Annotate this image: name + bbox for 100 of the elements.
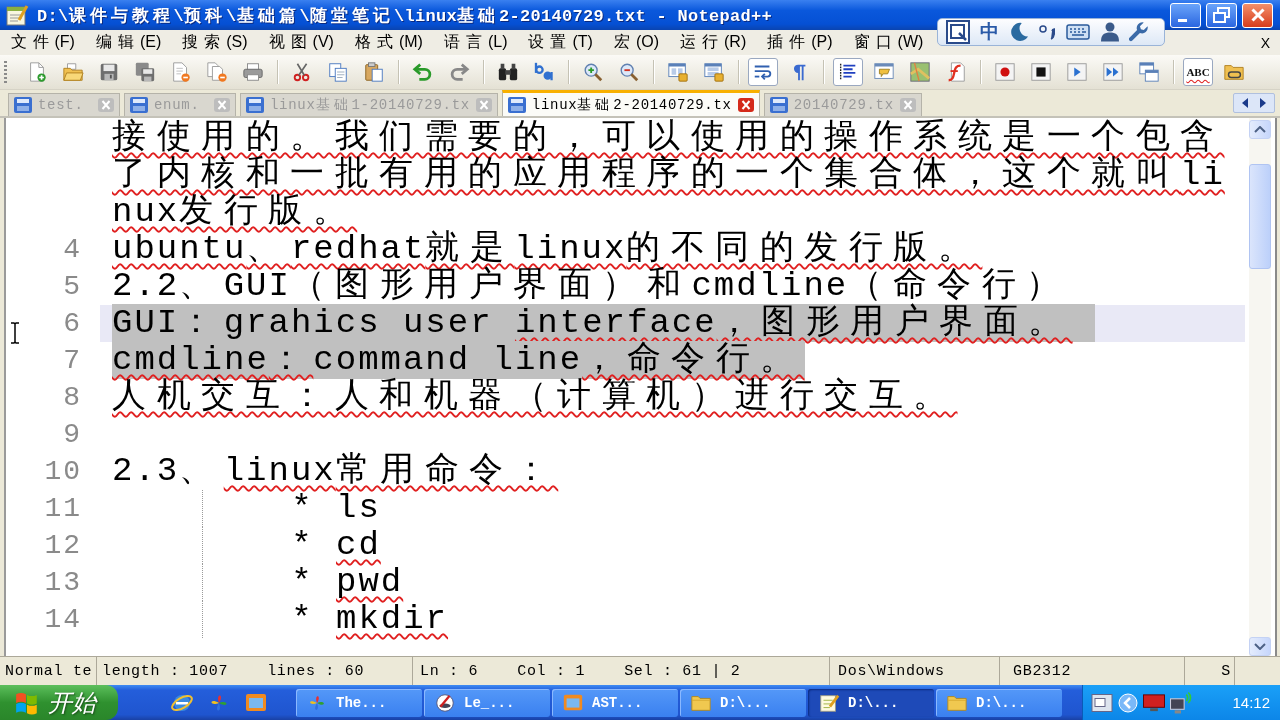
document-icon — [130, 97, 148, 113]
line-number: 7 — [63, 345, 82, 376]
status-text: Dos\Windows — [838, 662, 945, 680]
undo-arrow-icon — [412, 61, 434, 83]
status-text: Ln : 6 — [420, 662, 479, 680]
scroll-up-button[interactable] — [1249, 120, 1271, 139]
code-line: * mkdir — [291, 600, 449, 638]
line-number: 9 — [63, 419, 82, 450]
record-icon — [994, 61, 1016, 83]
line-number: 4 — [63, 234, 82, 265]
word-wrap-button[interactable] — [748, 58, 778, 86]
chevron-left-icon[interactable] — [1118, 692, 1138, 713]
status-text: lines : 60 — [267, 662, 365, 680]
indent-guide-button[interactable] — [833, 58, 863, 86]
map-icon — [909, 61, 931, 83]
document-icon — [246, 97, 264, 113]
close-icon[interactable] — [737, 97, 754, 112]
code-line: * cd — [291, 526, 381, 564]
documents-minus-icon — [206, 61, 228, 83]
network-icon[interactable] — [1170, 691, 1192, 714]
text-cursor-icon — [10, 322, 20, 344]
minimize-icon — [1178, 18, 1187, 22]
menu-item[interactable]: 设置(T) — [517, 32, 604, 53]
document-icon — [769, 97, 788, 113]
monitor-icon[interactable] — [1143, 693, 1165, 712]
printer-icon — [242, 61, 264, 83]
disc-slash-icon — [434, 691, 456, 714]
clipboard-icon — [363, 61, 385, 83]
window-icon[interactable] — [1091, 692, 1113, 713]
line-number: 6 — [63, 308, 82, 339]
fast-forward-icon — [1102, 61, 1124, 83]
code-line: * pwd — [291, 563, 404, 601]
line-number: 10 — [44, 456, 82, 487]
code-line: 人机交互：人和机器（计算机）进行交互。 — [112, 378, 958, 416]
start-button[interactable]: 开始 — [0, 685, 118, 720]
punctuation-icon[interactable] — [1039, 24, 1055, 40]
line-number: 8 — [63, 382, 82, 413]
line-number: 14 — [44, 604, 82, 635]
code-line: nux发行版。 — [112, 193, 358, 231]
line-number: 5 — [63, 271, 82, 302]
close-document-button[interactable]: X — [1260, 34, 1280, 51]
restore-icon — [1213, 7, 1230, 23]
status-text: S — [1221, 662, 1231, 680]
stacked-windows-icon — [1138, 61, 1160, 83]
menu-item[interactable]: 视图(V) — [258, 32, 345, 53]
input-mode-toggle[interactable]: 中 — [980, 19, 999, 45]
redo-arrow-icon — [448, 61, 470, 83]
replace-icon — [533, 61, 555, 83]
window-badge-icon — [667, 61, 689, 83]
code-line: * ls — [291, 489, 381, 527]
status-text: GB2312 — [1013, 662, 1072, 680]
scroll-thumb[interactable] — [1249, 164, 1271, 269]
status-text: Normal te — [5, 662, 93, 680]
clock: 14:12 — [1232, 694, 1270, 711]
close-icon — [1250, 8, 1265, 22]
keyboard-icon[interactable] — [1065, 24, 1091, 40]
zoom-out-icon — [618, 61, 640, 83]
menu-item[interactable]: 搜索(S) — [171, 32, 259, 53]
menu-item[interactable]: 编辑(E) — [85, 32, 172, 53]
text-editor[interactable] — [4, 118, 1277, 656]
scroll-down-button[interactable] — [1249, 637, 1271, 656]
menu-item[interactable]: 语言(L) — [433, 32, 518, 53]
zoom-in-icon — [582, 61, 604, 83]
menu-item[interactable]: 文件(F) — [0, 32, 86, 53]
input-method-logo-icon[interactable] — [946, 20, 970, 44]
scroll-right-icon[interactable] — [1260, 98, 1266, 108]
vertical-scrollbar[interactable] — [1249, 118, 1271, 656]
close-button[interactable] — [1242, 2, 1273, 28]
menu-item[interactable]: 宏(O) — [603, 32, 670, 53]
play-icon — [1066, 61, 1088, 83]
taskbar-button[interactable]: D:\... — [808, 688, 934, 717]
status-text: Col : 1 — [517, 662, 586, 680]
binoculars-icon — [497, 61, 519, 83]
status-text: Sel : 61 | 2 — [624, 662, 741, 680]
line-number: 13 — [44, 567, 82, 598]
restore-button[interactable] — [1206, 2, 1237, 28]
line-number: 12 — [44, 530, 82, 561]
line-number: 11 — [44, 493, 82, 524]
spell-check-button[interactable]: ABC — [1183, 58, 1213, 86]
window-badge-icon — [703, 61, 725, 83]
menu-item[interactable]: 格式(M) — [344, 32, 434, 53]
document-minus-icon — [170, 61, 192, 83]
scroll-left-icon[interactable] — [1242, 98, 1248, 108]
crescent-moon-icon[interactable] — [1009, 22, 1029, 42]
document-icon — [507, 96, 526, 113]
menu-item[interactable]: 窗口(W) — [843, 32, 934, 53]
document-icon — [14, 97, 32, 113]
notepad-icon — [5, 3, 29, 27]
folder-icon — [62, 61, 84, 83]
floppy-disks-icon — [134, 61, 156, 83]
wrench-icon[interactable] — [1129, 22, 1149, 42]
minimize-button[interactable] — [1170, 2, 1201, 28]
code-line: 2.3、linux常用命令： — [112, 452, 559, 490]
menu-item[interactable]: 插件(P) — [756, 32, 844, 53]
person-icon[interactable] — [1101, 22, 1119, 42]
toolbar-grip[interactable] — [4, 60, 7, 84]
menu-item[interactable]: 运行(R) — [669, 32, 757, 53]
status-text: length : 1007 — [102, 662, 229, 680]
stop-icon — [1030, 61, 1052, 83]
copy-icon — [327, 61, 349, 83]
